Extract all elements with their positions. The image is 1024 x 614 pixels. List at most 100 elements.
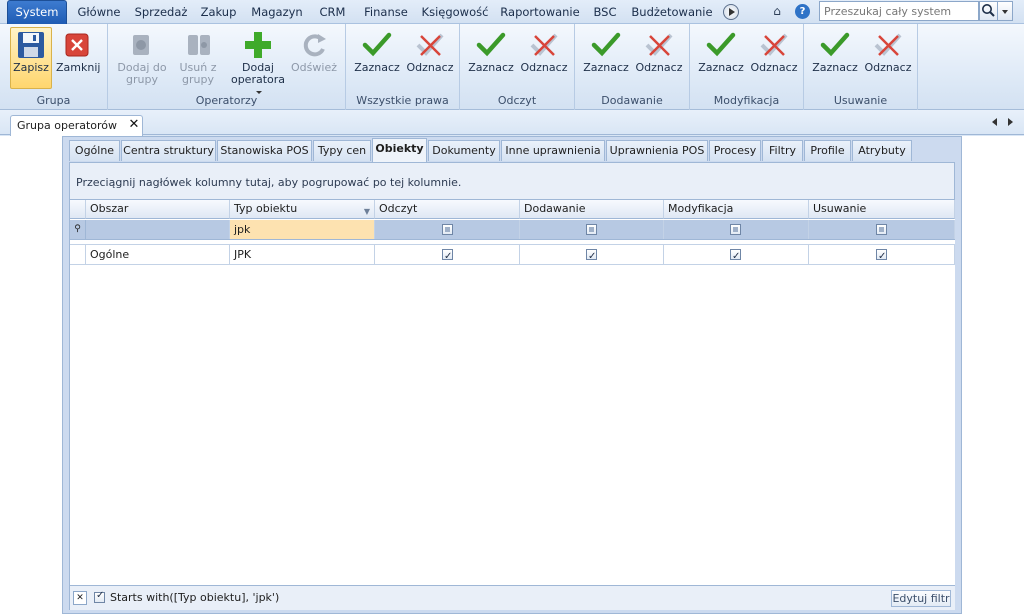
tab-atrybuty[interactable]: Atrybuty — [852, 140, 912, 161]
filter-checkbox-usuwanie[interactable] — [876, 224, 887, 235]
cell-obszar[interactable]: Ogólne — [86, 245, 230, 265]
cell-dodawanie — [520, 245, 664, 267]
add-check-button[interactable]: Zaznacz — [581, 27, 631, 89]
menu-sprzedaz[interactable]: Sprzedaż — [132, 0, 190, 24]
menu-bar: System Główne Sprzedaż Zakup Magazyn CRM… — [0, 0, 1024, 24]
ribbon-group-modify: Zaznacz Odznacz Modyfikacja — [690, 24, 804, 110]
filter-cell-usuwanie[interactable] — [809, 220, 955, 239]
ribbon-group-add: Zaznacz Odznacz Dodawanie — [575, 24, 690, 110]
filter-expression[interactable]: Starts with([Typ obiektu], 'jpk') — [110, 591, 279, 604]
auto-filter-row: ⚲ jpk — [70, 220, 955, 240]
filter-icon[interactable]: ▼ — [364, 203, 370, 221]
menu-finanse[interactable]: Finanse — [360, 0, 412, 24]
filter-cell-typ-obiektu[interactable]: jpk — [230, 220, 375, 239]
tab-centra-struktury[interactable]: Centra struktury — [121, 140, 216, 161]
tab-ogolne[interactable]: Ogólne — [69, 140, 120, 161]
menu-raportowanie[interactable]: Raportowanie — [498, 0, 582, 24]
menu-budzetowanie[interactable]: Budżetowanie — [629, 0, 715, 24]
cell-modyfikacja — [664, 245, 809, 267]
menu-crm[interactable]: CRM — [314, 0, 351, 24]
tab-profile[interactable]: Profile — [804, 140, 851, 161]
column-header-modyfikacja[interactable]: Modyfikacja — [664, 200, 809, 219]
remove-from-group-label-2: grupy — [182, 73, 214, 86]
add-uncheck-button[interactable]: Odznacz — [633, 27, 685, 89]
menu-glowne[interactable]: Główne — [72, 0, 126, 24]
modify-uncheck-button[interactable]: Odznacz — [748, 27, 800, 89]
add-operator-button[interactable]: Dodaj operatora — [226, 27, 290, 94]
tab-inne-uprawnienia[interactable]: Inne uprawnienia — [501, 140, 605, 161]
ribbon: Zapisz Zamknij Grupa Dodaj do grupy Usuń… — [0, 24, 1024, 110]
filter-cell-odczyt[interactable] — [375, 220, 520, 239]
search-button[interactable] — [979, 1, 998, 21]
ribbon-group-label: Dodawanie — [601, 94, 663, 107]
checkbox-modyfikacja[interactable] — [730, 247, 741, 267]
column-header-typ-obiektu[interactable]: Typ obiektu ▼ — [230, 200, 375, 219]
ribbon-group-label: Operatorzy — [195, 94, 258, 107]
menu-system[interactable]: System — [7, 0, 67, 24]
read-check-button[interactable]: Zaznacz — [466, 27, 516, 89]
remove-from-group-icon — [188, 35, 210, 55]
table-row[interactable]: Ogólne JPK — [70, 244, 955, 267]
group-by-hint: Przeciągnij nagłówek kolumny tutaj, aby … — [76, 176, 462, 189]
menu-zakup[interactable]: Zakup — [196, 0, 241, 24]
tab-procesy[interactable]: Procesy — [709, 140, 761, 161]
ribbon-group-label: Odczyt — [497, 94, 537, 107]
all-rights-uncheck-button[interactable]: Odznacz — [404, 27, 456, 89]
delete-uncheck-button[interactable]: Odznacz — [862, 27, 914, 89]
scroll-right-icon[interactable] — [1008, 118, 1013, 126]
column-header-obszar[interactable]: Obszar — [86, 200, 230, 219]
filter-enabled-checkbox[interactable] — [94, 590, 105, 603]
add-to-group-button[interactable]: Dodaj do grupy — [114, 27, 170, 89]
close-button[interactable]: Zamknij — [55, 27, 100, 89]
column-header-odczyt[interactable]: Odczyt — [375, 200, 520, 219]
help-icon[interactable]: ? — [795, 4, 810, 19]
checkmark-icon — [706, 32, 736, 57]
clear-filter-close-icon[interactable]: ✕ — [73, 591, 87, 605]
tab-typy-cen[interactable]: Typy cen — [313, 140, 371, 161]
content-area: Ogólne Centra struktury Stanowiska POS T… — [0, 136, 1024, 614]
menu-bsc[interactable]: BSC — [589, 0, 621, 24]
menu-ksiegowosc[interactable]: Księgowość — [419, 0, 491, 24]
ribbon-group-all-rights: Zaznacz Odznacz Wszystkie prawa — [346, 24, 460, 110]
close-icon[interactable]: ✕ — [127, 118, 141, 132]
checkbox-usuwanie[interactable] — [876, 247, 887, 267]
filter-cell-obszar[interactable] — [86, 220, 230, 239]
minimize-ribbon-icon[interactable]: ⌂ — [770, 4, 784, 18]
column-header-usuwanie[interactable]: Usuwanie — [809, 200, 955, 219]
filter-checkbox-odczyt[interactable] — [442, 224, 453, 235]
cell-typ-obiektu[interactable]: JPK — [230, 245, 375, 265]
filter-cell-dodawanie[interactable] — [520, 220, 664, 239]
tab-filtry[interactable]: Filtry — [762, 140, 803, 161]
read-uncheck-button[interactable]: Odznacz — [518, 27, 570, 89]
uncheck-icon — [645, 33, 673, 56]
checkbox-odczyt[interactable] — [442, 247, 453, 267]
menu-magazyn[interactable]: Magazyn — [248, 0, 306, 24]
modify-check-button[interactable]: Zaznacz — [696, 27, 746, 89]
refresh-button[interactable]: Odśwież — [290, 27, 338, 89]
search-input[interactable] — [819, 1, 979, 21]
filter-checkbox-modyfikacja[interactable] — [730, 224, 741, 235]
menu-more-arrow-icon[interactable] — [723, 4, 739, 20]
filter-cell-modyfikacja[interactable] — [664, 220, 809, 239]
checkbox-dodawanie[interactable] — [586, 247, 597, 267]
uncheck-icon — [874, 33, 902, 56]
tab-stanowiska-pos[interactable]: Stanowiska POS — [217, 140, 312, 161]
search-dropdown-button[interactable] — [998, 1, 1013, 21]
remove-from-group-button[interactable]: Usuń z grupy — [172, 27, 224, 89]
check-label: Zaznacz — [583, 61, 629, 74]
all-rights-check-button[interactable]: Zaznacz — [352, 27, 402, 89]
ribbon-group-operatorzy: Dodaj do grupy Usuń z grupy Dodaj operat… — [108, 24, 346, 110]
scroll-left-icon[interactable] — [992, 118, 997, 126]
save-button[interactable]: Zapisz — [10, 27, 52, 89]
delete-check-button[interactable]: Zaznacz — [810, 27, 860, 89]
uncheck-icon — [530, 33, 558, 56]
row-indicator-header — [70, 200, 86, 219]
document-tab[interactable]: Grupa operatorów ✕ — [10, 115, 143, 136]
tab-dokumenty[interactable]: Dokumenty — [428, 140, 500, 161]
tab-uprawnienia-pos[interactable]: Uprawnienia POS — [606, 140, 708, 161]
filter-checkbox-dodawanie[interactable] — [586, 224, 597, 235]
tab-obiekty[interactable]: Obiekty — [372, 138, 427, 162]
document-tab-title: Grupa operatorów — [17, 119, 118, 132]
column-header-dodawanie[interactable]: Dodawanie — [520, 200, 664, 219]
edit-filter-button[interactable]: Edytuj filtr — [891, 590, 951, 607]
